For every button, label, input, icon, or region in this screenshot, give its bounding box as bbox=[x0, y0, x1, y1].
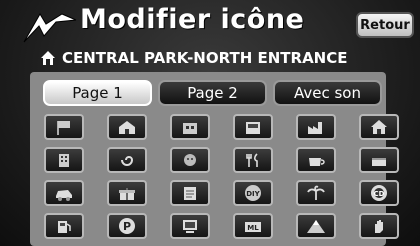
tab-avec-son[interactable]: Avec son bbox=[273, 80, 382, 106]
tab-page-2[interactable]: Page 2 bbox=[158, 80, 267, 106]
house-icon bbox=[119, 121, 135, 134]
icon-option-button[interactable] bbox=[107, 114, 147, 140]
icon-option-button[interactable] bbox=[107, 147, 147, 173]
svg-text:ML: ML bbox=[247, 224, 259, 232]
icon-option-button[interactable] bbox=[44, 213, 84, 239]
mountain-icon bbox=[307, 220, 325, 233]
cd-icon: CD bbox=[371, 185, 387, 201]
coffee-icon bbox=[309, 158, 325, 166]
svg-text:P: P bbox=[123, 220, 131, 233]
swirl-icon bbox=[121, 156, 134, 166]
icon-option-button[interactable] bbox=[296, 180, 336, 206]
icon-option-button[interactable] bbox=[359, 213, 399, 239]
icon-option-button[interactable]: CD bbox=[359, 180, 399, 206]
car-icon bbox=[56, 190, 72, 201]
svg-text:DIY: DIY bbox=[246, 190, 260, 198]
icon-option-button[interactable] bbox=[170, 180, 210, 206]
house-icon bbox=[41, 51, 55, 65]
icon-option-button[interactable] bbox=[170, 114, 210, 140]
icon-option-button[interactable]: P bbox=[107, 213, 147, 239]
icon-option-button[interactable] bbox=[107, 180, 147, 206]
hand-icon bbox=[375, 220, 383, 233]
pen-logo-icon bbox=[23, 13, 77, 43]
circle-face-icon bbox=[184, 154, 196, 166]
fuel-icon bbox=[58, 221, 71, 233]
icon-option-button[interactable] bbox=[233, 147, 273, 173]
icon-option-button[interactable] bbox=[296, 114, 336, 140]
monitor-icon bbox=[183, 220, 197, 233]
home-icon bbox=[371, 120, 387, 134]
parking-icon: P bbox=[119, 218, 135, 234]
destination-name: CENTRAL PARK-NORTH ENTRANCE bbox=[62, 49, 348, 67]
cake-icon bbox=[372, 158, 386, 166]
building-icon bbox=[183, 123, 197, 134]
icon-option-button[interactable] bbox=[170, 147, 210, 173]
svg-text:CD: CD bbox=[374, 190, 385, 198]
back-button[interactable]: Retour bbox=[356, 12, 414, 38]
page-title: Modifier icône bbox=[80, 4, 305, 35]
icon-option-button[interactable] bbox=[296, 213, 336, 239]
icon-option-button[interactable] bbox=[359, 147, 399, 173]
icon-option-button[interactable]: DIY bbox=[233, 180, 273, 206]
icon-option-button[interactable]: ML bbox=[233, 213, 273, 239]
mail-icon: ML bbox=[245, 222, 261, 232]
tower-icon bbox=[59, 154, 69, 167]
gift-icon bbox=[119, 188, 135, 200]
icon-option-button[interactable] bbox=[44, 114, 84, 140]
document-icon bbox=[184, 187, 196, 200]
icon-option-button[interactable] bbox=[44, 147, 84, 173]
shop-icon bbox=[246, 122, 260, 134]
icon-option-button[interactable] bbox=[296, 147, 336, 173]
tab-page-1[interactable]: Page 1 bbox=[43, 80, 152, 106]
icon-option-button[interactable] bbox=[44, 180, 84, 206]
navigation-screen: Modifier icône Retour CENTRAL PARK-NORTH… bbox=[0, 0, 420, 246]
restaurant-icon bbox=[246, 153, 258, 167]
flag-icon bbox=[57, 121, 70, 135]
factory-icon bbox=[308, 122, 322, 134]
icon-option-button[interactable] bbox=[359, 114, 399, 140]
palm-icon bbox=[307, 185, 325, 200]
icon-option-button[interactable] bbox=[170, 213, 210, 239]
destination-row: CENTRAL PARK-NORTH ENTRANCE bbox=[40, 47, 348, 69]
icon-option-button[interactable] bbox=[233, 114, 273, 140]
diy-icon: DIY bbox=[245, 185, 261, 201]
